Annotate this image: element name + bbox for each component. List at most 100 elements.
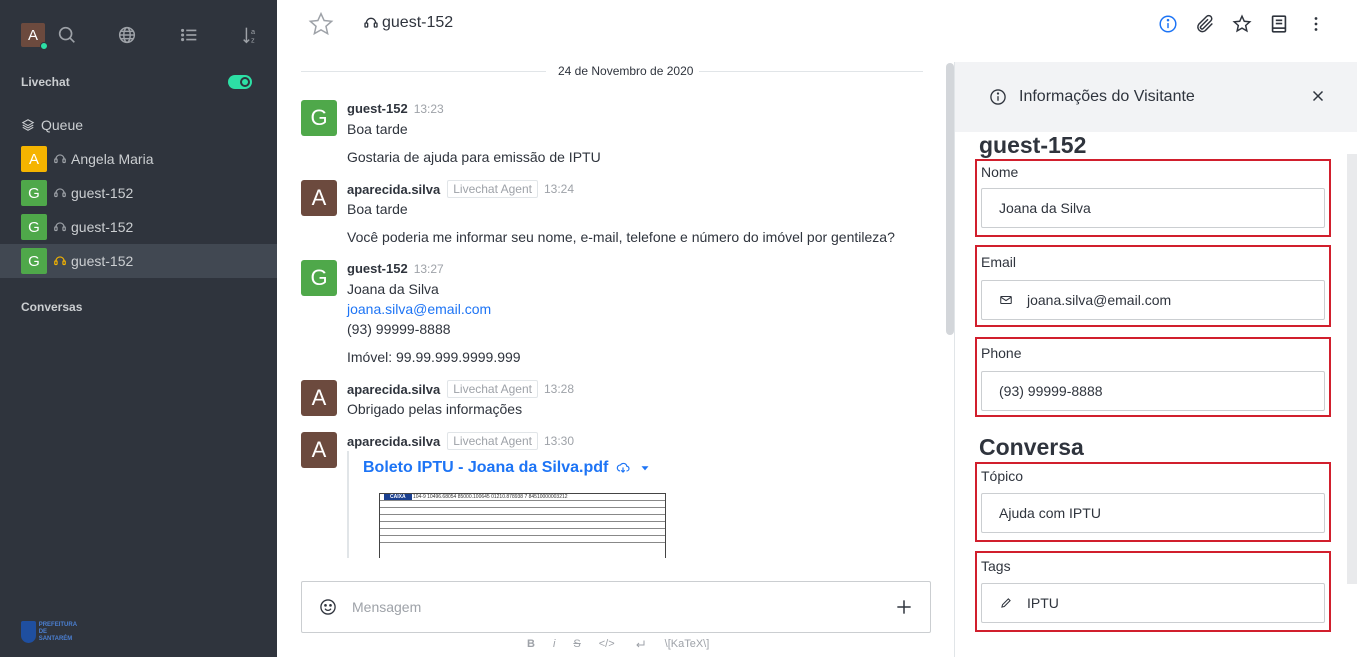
topico-value-text: Ajuda com IPTU bbox=[999, 505, 1101, 521]
katex-button[interactable]: \[KaTeX\] bbox=[665, 638, 710, 650]
message-list: 24 de Novembro de 2020 G guest-152 13:23… bbox=[277, 58, 945, 558]
message-time: 13:28 bbox=[543, 382, 574, 396]
tags-value-text: IPTU bbox=[1027, 595, 1059, 611]
message-avatar[interactable]: A bbox=[301, 380, 337, 416]
message-time: 13:23 bbox=[413, 101, 444, 116]
starred-messages-icon[interactable] bbox=[1231, 13, 1253, 35]
plus-icon[interactable] bbox=[894, 597, 914, 617]
message-header: aparecida.silva Livechat Agent 13:24 bbox=[347, 180, 574, 198]
info-icon bbox=[990, 89, 1006, 105]
multiline-icon[interactable] bbox=[633, 638, 647, 650]
caixa-brand: CAIXA bbox=[384, 494, 412, 500]
sort-icon[interactable]: az bbox=[240, 24, 262, 46]
message-avatar[interactable]: A bbox=[301, 180, 337, 216]
message-avatar[interactable]: G bbox=[301, 260, 337, 296]
room-avatar: G bbox=[21, 248, 47, 274]
strike-button[interactable]: S bbox=[573, 638, 580, 650]
italic-button[interactable]: i bbox=[553, 638, 555, 650]
kebab-menu-icon[interactable] bbox=[1305, 13, 1327, 35]
room-info-icon[interactable] bbox=[1157, 13, 1179, 35]
user-avatar-initial: A bbox=[27, 26, 38, 44]
email-link[interactable]: joana.silva@email.com bbox=[347, 301, 491, 317]
panel-scrollbar[interactable] bbox=[1347, 154, 1357, 584]
svg-text:z: z bbox=[251, 35, 255, 44]
role-badge: Livechat Agent bbox=[447, 380, 538, 398]
livechat-icon bbox=[364, 17, 378, 28]
message-text: Boa tarde bbox=[347, 121, 408, 137]
list-view-icon[interactable] bbox=[178, 24, 200, 46]
prefeitura-logo: PREFEITURA DE SANTARÉM bbox=[21, 619, 83, 645]
message-username[interactable]: aparecida.silva bbox=[347, 182, 440, 197]
email-value[interactable]: joana.silva@email.com bbox=[981, 280, 1325, 320]
livechat-icon bbox=[54, 256, 66, 266]
date-divider-right bbox=[697, 71, 923, 72]
formatting-toolbar: B i S </> \[KaTeX\] bbox=[527, 638, 709, 650]
nome-label: Nome bbox=[981, 164, 1019, 180]
topico-field: Tópico Ajuda com IPTU bbox=[975, 462, 1331, 542]
barcode-line: 104-9 10496.68054 85000.100645 01210.878… bbox=[412, 494, 568, 500]
bold-button[interactable]: B bbox=[527, 638, 535, 650]
tags-label: Tags bbox=[981, 558, 1011, 574]
email-field: Email joana.silva@email.com bbox=[975, 245, 1331, 327]
room-title-text: guest-152 bbox=[382, 14, 454, 31]
phone-label: Phone bbox=[981, 345, 1022, 361]
visitor-name-heading: guest-152 bbox=[979, 132, 1087, 158]
sidebar-room-guest-152[interactable]: G guest-152 bbox=[0, 176, 277, 210]
search-icon[interactable] bbox=[56, 24, 78, 46]
file-attachment: Boleto IPTU - Joana da Silva.pdf CAIXA 1… bbox=[347, 451, 677, 558]
message-username[interactable]: guest-152 bbox=[347, 101, 408, 116]
emoji-icon[interactable] bbox=[318, 597, 338, 617]
panel-header: Informações do Visitante bbox=[955, 62, 1357, 132]
favorite-star-icon[interactable] bbox=[308, 11, 334, 37]
topico-label: Tópico bbox=[981, 468, 1024, 484]
panel-title: Informações do Visitante bbox=[1019, 88, 1195, 105]
close-icon[interactable] bbox=[1309, 87, 1327, 105]
livechat-status-toggle[interactable] bbox=[228, 75, 252, 89]
nome-field: Nome Joana da Silva bbox=[975, 159, 1331, 237]
tags-value[interactable]: IPTU bbox=[981, 583, 1325, 623]
attachment-title-link[interactable]: Boleto IPTU - Joana da Silva.pdf bbox=[363, 459, 608, 477]
room-name: guest-152 bbox=[71, 185, 134, 201]
message-time: 13:30 bbox=[543, 434, 574, 448]
phone-value[interactable]: (93) 99999-8888 bbox=[981, 371, 1325, 411]
message-username[interactable]: aparecida.silva bbox=[347, 434, 440, 449]
room-name: Angela Maria bbox=[71, 151, 154, 167]
date-divider-label: 24 de Novembro de 2020 bbox=[552, 64, 700, 78]
message-text: Joana da Silva bbox=[347, 281, 439, 297]
sidebar-room-angela-maria[interactable]: A Angela Maria bbox=[0, 142, 277, 176]
nome-value[interactable]: Joana da Silva bbox=[981, 188, 1325, 228]
message-username[interactable]: aparecida.silva bbox=[347, 382, 440, 397]
code-button[interactable]: </> bbox=[599, 638, 615, 650]
message-avatar[interactable]: A bbox=[301, 432, 337, 468]
user-avatar[interactable]: A bbox=[21, 23, 48, 50]
logo-line2: SANTARÉM bbox=[38, 635, 73, 642]
message-text: Imóvel: 99.99.999.9999.999 bbox=[347, 349, 521, 365]
chevron-down-icon[interactable] bbox=[638, 461, 652, 475]
message-avatar[interactable]: G bbox=[301, 100, 337, 136]
message-input[interactable]: Mensagem bbox=[352, 599, 894, 615]
room-avatar: G bbox=[21, 214, 47, 240]
messages-scrollbar[interactable] bbox=[946, 63, 954, 335]
sidebar-room-guest-152-active[interactable]: G guest-152 bbox=[0, 244, 277, 278]
role-badge: Livechat Agent bbox=[447, 180, 538, 198]
room-name: guest-152 bbox=[71, 219, 134, 235]
livechat-icon bbox=[54, 188, 66, 198]
phone-field: Phone (93) 99999-8888 bbox=[975, 337, 1331, 417]
message-text: Obrigado pelas informações bbox=[347, 401, 523, 417]
directory-globe-icon[interactable] bbox=[116, 24, 138, 46]
email-value-text: joana.silva@email.com bbox=[1027, 292, 1172, 308]
attachment-preview-image[interactable]: CAIXA 104-9 10496.68054 85000.100645 012… bbox=[379, 493, 666, 558]
coat-of-arms-icon bbox=[21, 621, 36, 643]
attachment-clip-icon[interactable] bbox=[1194, 13, 1216, 35]
queue-link[interactable]: Queue bbox=[21, 114, 83, 136]
message-username[interactable]: guest-152 bbox=[347, 261, 408, 276]
cloud-download-icon[interactable] bbox=[616, 461, 630, 475]
room-name: guest-152 bbox=[71, 253, 134, 269]
topico-value[interactable]: Ajuda com IPTU bbox=[981, 493, 1325, 533]
discussion-book-icon[interactable] bbox=[1268, 13, 1290, 35]
visitor-info-panel: Informações do Visitante guest-152 Nome … bbox=[954, 62, 1357, 657]
message-text: (93) 99999-8888 bbox=[347, 321, 451, 337]
message-header: guest-152 13:27 bbox=[347, 261, 444, 276]
sidebar-room-guest-152[interactable]: G guest-152 bbox=[0, 210, 277, 244]
livechat-label: Livechat bbox=[21, 75, 70, 89]
